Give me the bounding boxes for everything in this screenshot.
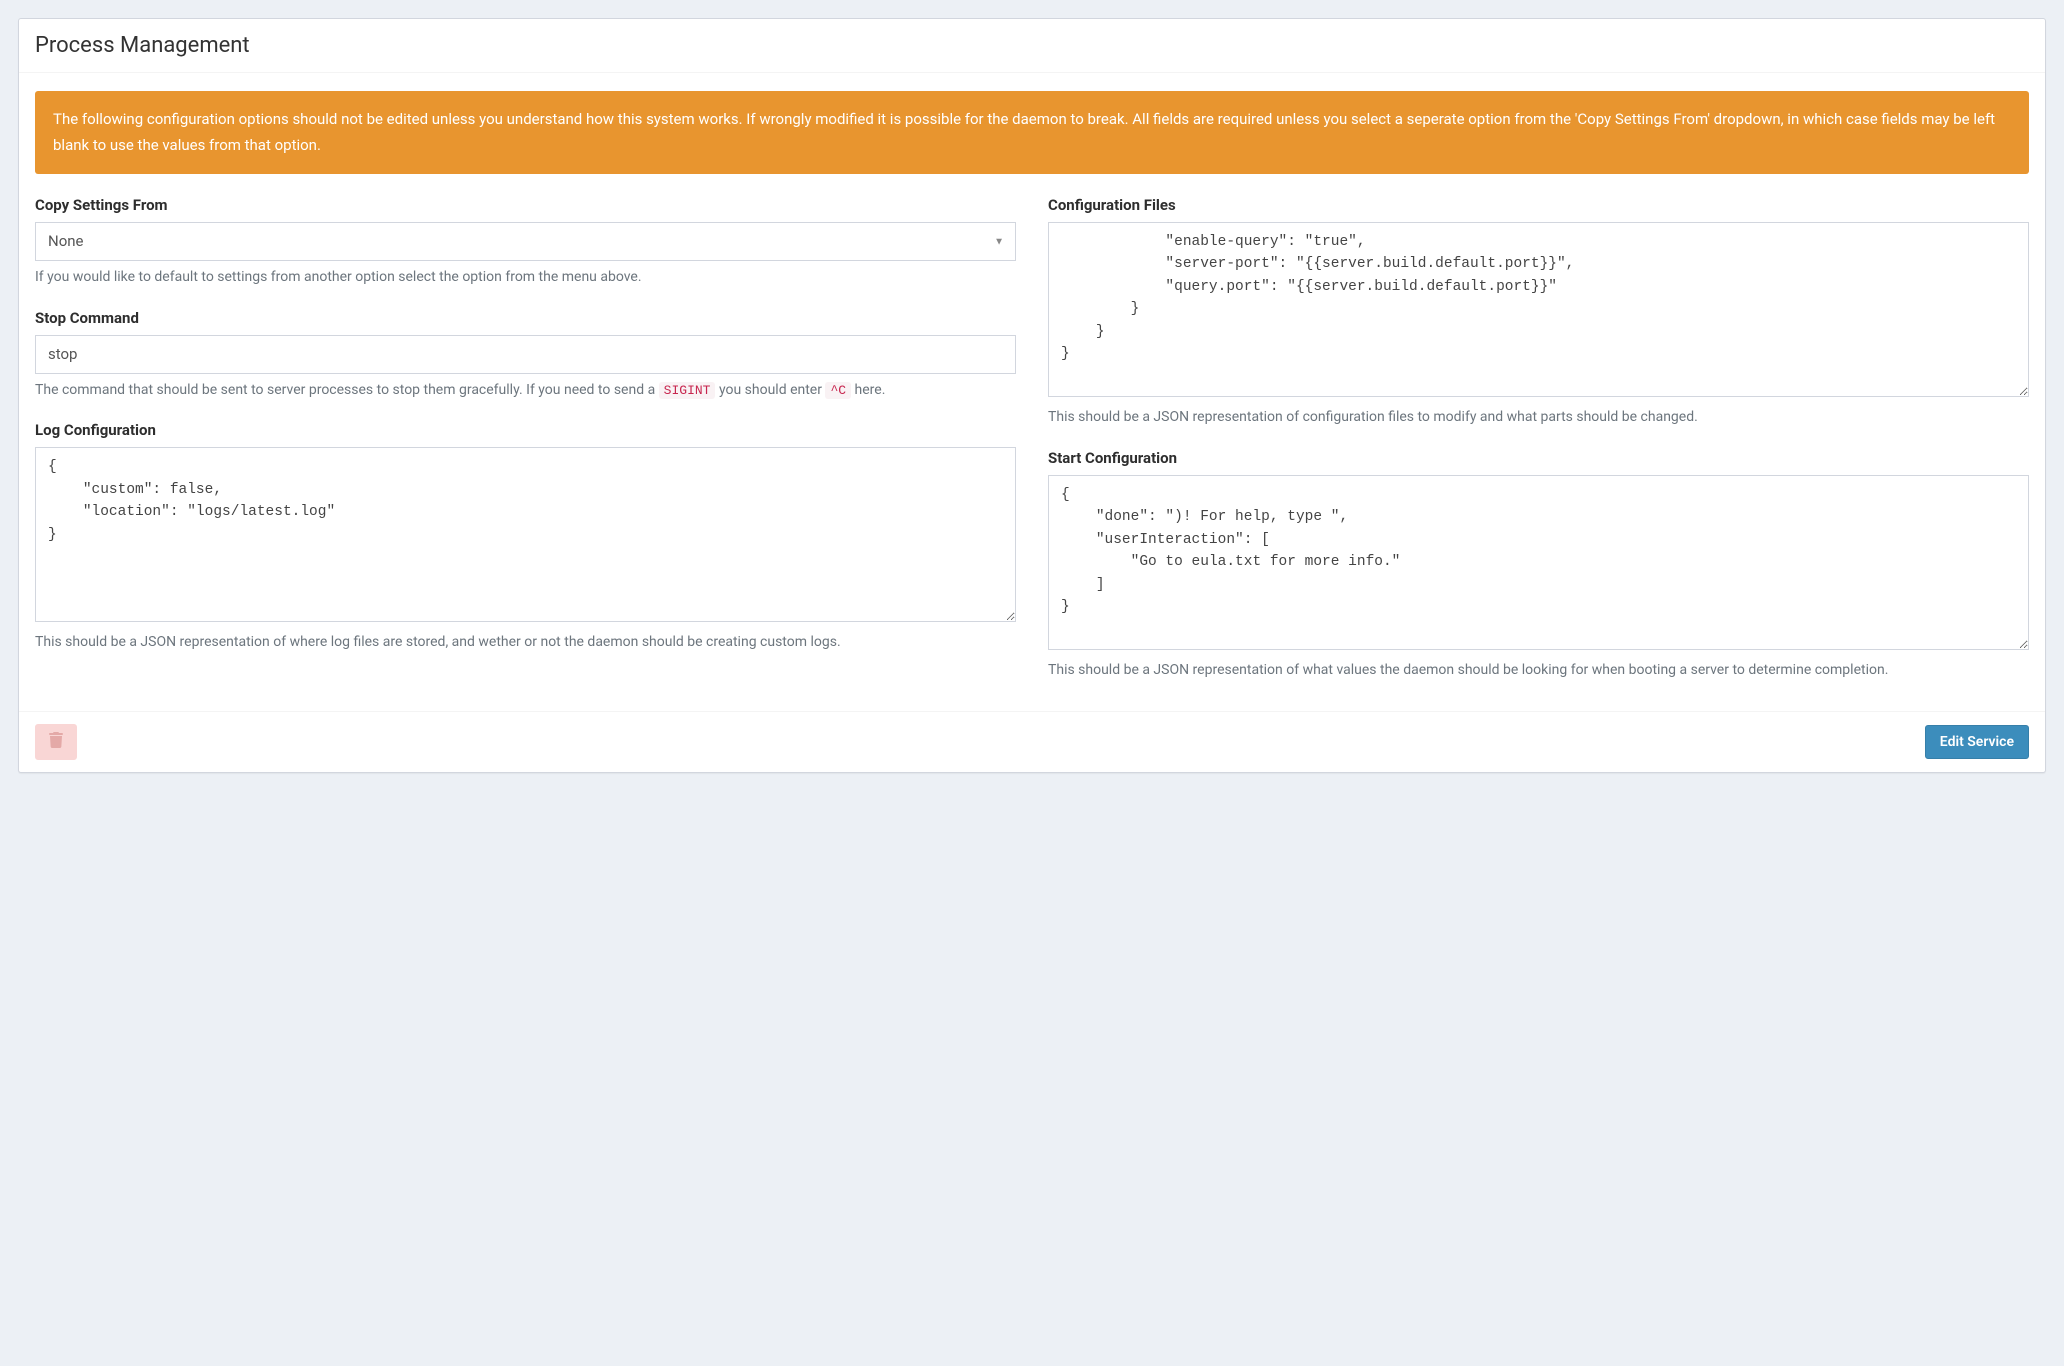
process-management-panel: Process Management The following configu…: [18, 18, 2046, 773]
copy-settings-label: Copy Settings From: [35, 196, 1016, 214]
stop-command-input[interactable]: [35, 335, 1016, 374]
start-config-group: Start Configuration { "done": ")! For he…: [1048, 449, 2029, 682]
log-config-group: Log Configuration { "custom": false, "lo…: [35, 421, 1016, 654]
config-files-help: This should be a JSON representation of …: [1048, 407, 2029, 429]
copy-settings-select-wrapper: None ▼: [35, 222, 1016, 261]
panel-body: The following configuration options shou…: [19, 73, 2045, 711]
warning-alert: The following configuration options shou…: [35, 91, 2029, 174]
stop-command-label: Stop Command: [35, 309, 1016, 327]
copy-settings-help: If you would like to default to settings…: [35, 267, 1016, 289]
ctrlc-code: ^C: [825, 382, 851, 399]
edit-service-button[interactable]: Edit Service: [1925, 725, 2029, 759]
log-config-label: Log Configuration: [35, 421, 1016, 439]
start-config-label: Start Configuration: [1048, 449, 2029, 467]
left-column: Copy Settings From None ▼ If you would l…: [35, 196, 1016, 701]
config-files-label: Configuration Files: [1048, 196, 2029, 214]
trash-icon: [49, 732, 63, 752]
form-row: Copy Settings From None ▼ If you would l…: [35, 196, 2029, 701]
config-files-group: Configuration Files "enable-query": "tru…: [1048, 196, 2029, 429]
stop-command-help: The command that should be sent to serve…: [35, 380, 1016, 402]
copy-settings-select[interactable]: None: [35, 222, 1016, 261]
config-files-textarea[interactable]: "enable-query": "true", "server-port": "…: [1048, 222, 2029, 397]
log-config-textarea[interactable]: { "custom": false, "location": "logs/lat…: [35, 447, 1016, 622]
start-config-help: This should be a JSON representation of …: [1048, 660, 2029, 682]
delete-button[interactable]: [35, 724, 77, 760]
start-config-textarea[interactable]: { "done": ")! For help, type ", "userInt…: [1048, 475, 2029, 650]
log-config-help: This should be a JSON representation of …: [35, 632, 1016, 654]
stop-command-group: Stop Command The command that should be …: [35, 309, 1016, 402]
page-title: Process Management: [35, 33, 2029, 58]
panel-header: Process Management: [19, 19, 2045, 73]
right-column: Configuration Files "enable-query": "tru…: [1048, 196, 2029, 701]
alert-text: The following configuration options shou…: [53, 110, 1995, 154]
panel-footer: Edit Service: [19, 711, 2045, 772]
copy-settings-group: Copy Settings From None ▼ If you would l…: [35, 196, 1016, 289]
sigint-code: SIGINT: [659, 382, 716, 399]
